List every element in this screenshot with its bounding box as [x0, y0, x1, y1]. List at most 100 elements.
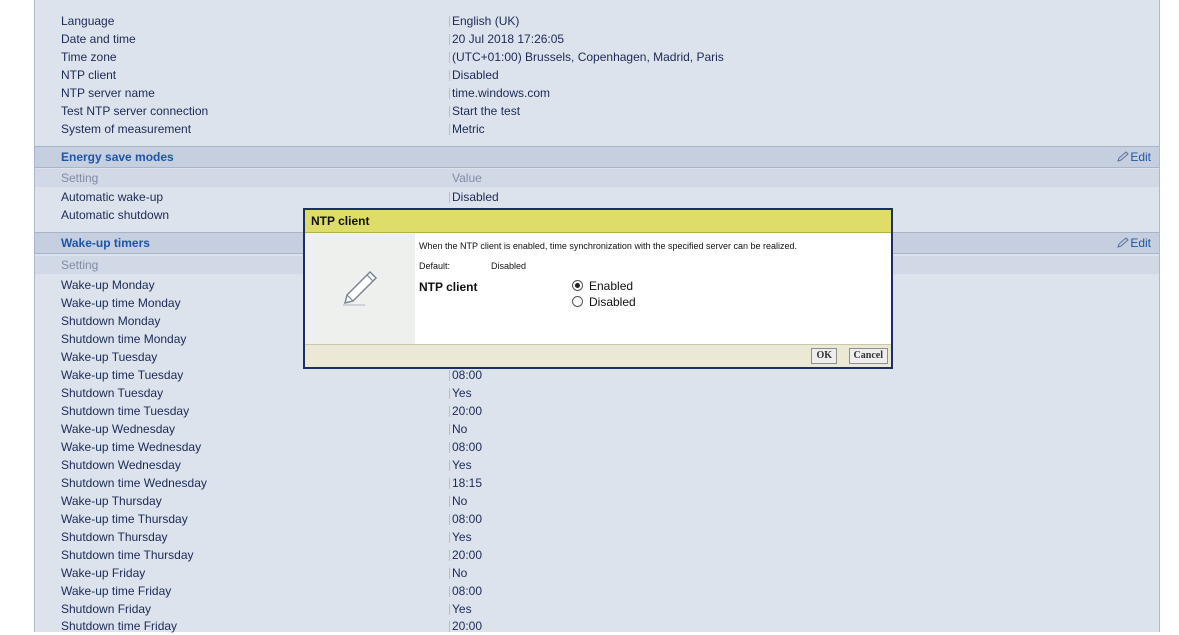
setting-label: Shutdown time Monday: [61, 332, 187, 346]
table-row[interactable]: Wake-up time Thursday 08:00: [35, 510, 1159, 528]
radio-enabled[interactable]: Enabled: [572, 279, 633, 293]
setting-label: Wake-up time Tuesday: [61, 368, 184, 382]
pencil-icon: [343, 270, 378, 306]
edit-label: Edit: [1130, 236, 1151, 250]
setting-label: Shutdown time Tuesday: [61, 404, 190, 418]
setting-value: Yes: [449, 458, 472, 472]
setting-label: Date and time: [61, 32, 136, 46]
setting-row-time-zone[interactable]: Time zone (UTC+01:00) Brussels, Copenhag…: [35, 48, 1159, 66]
ntp-client-dialog: NTP client When the NTP client is enable…: [303, 208, 893, 369]
setting-row-date-time[interactable]: Date and time 20 Jul 2018 17:26:05: [35, 30, 1159, 48]
table-row[interactable]: Shutdown time Thursday 20:00: [35, 546, 1159, 564]
setting-label: Test NTP server connection: [61, 104, 209, 118]
radio-checked-icon[interactable]: [572, 280, 583, 291]
setting-label: Wake-up Tuesday: [61, 350, 158, 364]
default-label: Default:: [419, 261, 451, 271]
setting-value: 08:00: [448, 584, 483, 598]
option-label: Disabled: [589, 295, 636, 309]
setting-row-test-ntp[interactable]: Test NTP server connection Start the tes…: [35, 102, 1159, 120]
dialog-description: When the NTP client is enabled, time syn…: [419, 241, 798, 251]
table-row[interactable]: Wake-up Wednesday No: [35, 420, 1159, 438]
setting-value: 18:15: [448, 476, 483, 490]
table-row[interactable]: Shutdown Friday Yes: [35, 600, 1159, 618]
setting-row-language[interactable]: Language English (UK): [35, 12, 1159, 30]
setting-value: 20:00: [448, 619, 483, 633]
setting-label: NTP client: [61, 68, 117, 82]
section-title: Energy save modes: [61, 150, 174, 164]
setting-row-ntp-server[interactable]: NTP server name time.windows.com: [35, 84, 1159, 102]
setting-value: Yes: [449, 386, 472, 400]
column-value: Value: [452, 171, 482, 185]
setting-value: 08:00: [448, 368, 483, 382]
setting-value: No: [448, 566, 468, 580]
setting-value: time.windows.com: [448, 86, 551, 100]
dialog-footer: OK Cancel: [305, 344, 891, 367]
table-row[interactable]: Shutdown Tuesday Yes: [35, 384, 1159, 402]
column-header: Setting Value: [35, 169, 1159, 187]
setting-value: 08:00: [448, 440, 483, 454]
setting-label: Wake-up Thursday: [61, 494, 162, 508]
default-value: Disabled: [491, 261, 527, 271]
setting-row-ntp-client[interactable]: NTP client Disabled: [35, 66, 1159, 84]
setting-label: Wake-up time Thursday: [61, 512, 188, 526]
table-row[interactable]: Shutdown time Tuesday 20:00: [35, 402, 1159, 420]
edit-label: Edit: [1130, 150, 1151, 164]
setting-label: Wake-up time Wednesday: [61, 440, 202, 454]
setting-label: Wake-up time Monday: [61, 296, 181, 310]
pencil-icon: [1117, 237, 1130, 248]
setting-label: Language: [61, 14, 115, 28]
setting-label: Shutdown Tuesday: [61, 386, 164, 400]
setting-label: Shutdown Wednesday: [61, 458, 181, 472]
setting-row-automatic-wake-up[interactable]: Automatic wake-up Disabled: [35, 188, 1159, 206]
setting-label: Time zone: [61, 50, 117, 64]
pencil-icon: [1117, 151, 1130, 162]
setting-value: Metric: [449, 122, 485, 136]
table-row[interactable]: Shutdown time Friday 20:00: [35, 617, 1159, 635]
setting-label: Wake-up Friday: [61, 566, 146, 580]
dialog-body: When the NTP client is enabled, time syn…: [419, 233, 891, 347]
setting-label: Wake-up Monday: [61, 278, 155, 292]
cancel-button[interactable]: Cancel: [848, 348, 888, 364]
setting-value: 08:00: [448, 512, 483, 526]
setting-label: Shutdown Thursday: [61, 530, 168, 544]
section-title: Wake-up timers: [61, 236, 150, 250]
table-row[interactable]: Shutdown Wednesday Yes: [35, 456, 1159, 474]
section-energy-save-modes: Energy save modes Edit: [35, 146, 1159, 168]
option-label: Enabled: [589, 279, 634, 293]
setting-label: Shutdown time Wednesday: [61, 476, 207, 490]
table-row[interactable]: Wake-up Thursday No: [35, 492, 1159, 510]
setting-value: Start the test: [448, 104, 521, 118]
ok-button[interactable]: OK: [811, 348, 837, 364]
edit-button[interactable]: Edit: [1117, 236, 1151, 250]
column-setting: Setting: [61, 258, 99, 272]
table-row[interactable]: Wake-up time Wednesday 08:00: [35, 438, 1159, 456]
radio-unchecked-icon[interactable]: [572, 296, 583, 307]
setting-label: Shutdown Friday: [61, 602, 152, 616]
setting-value: 20 Jul 2018 17:26:05: [448, 32, 565, 46]
setting-label: Automatic shutdown: [61, 208, 170, 222]
table-row[interactable]: Wake-up time Friday 08:00: [35, 582, 1159, 600]
setting-label: NTP server name: [61, 86, 155, 100]
setting-value: (UTC+01:00) Brussels, Copenhagen, Madrid…: [449, 50, 724, 64]
dialog-title: NTP client: [311, 214, 370, 228]
setting-label: System of measurement: [61, 122, 192, 136]
setting-label: Shutdown Monday: [61, 314, 161, 328]
field-label: NTP client: [419, 280, 478, 294]
edit-button[interactable]: Edit: [1117, 150, 1151, 164]
table-row[interactable]: Wake-up Friday No: [35, 564, 1159, 582]
setting-value: Yes: [449, 530, 472, 544]
setting-value: No: [448, 494, 468, 508]
radio-disabled[interactable]: Disabled: [572, 295, 636, 309]
table-row[interactable]: Shutdown time Wednesday 18:15: [35, 474, 1159, 492]
table-row[interactable]: Shutdown Thursday Yes: [35, 528, 1159, 546]
setting-value: 20:00: [448, 548, 483, 562]
setting-label: Shutdown time Thursday: [61, 548, 194, 562]
dialog-title-bar: NTP client: [305, 210, 891, 233]
setting-label: Shutdown time Friday: [61, 619, 178, 633]
setting-label: Wake-up Wednesday: [61, 422, 176, 436]
setting-row-measurement[interactable]: System of measurement Metric: [35, 120, 1159, 138]
setting-value: English (UK): [448, 14, 520, 28]
setting-value: Disabled: [449, 190, 499, 204]
setting-value: 20:00: [448, 404, 483, 418]
setting-label: Automatic wake-up: [61, 190, 164, 204]
